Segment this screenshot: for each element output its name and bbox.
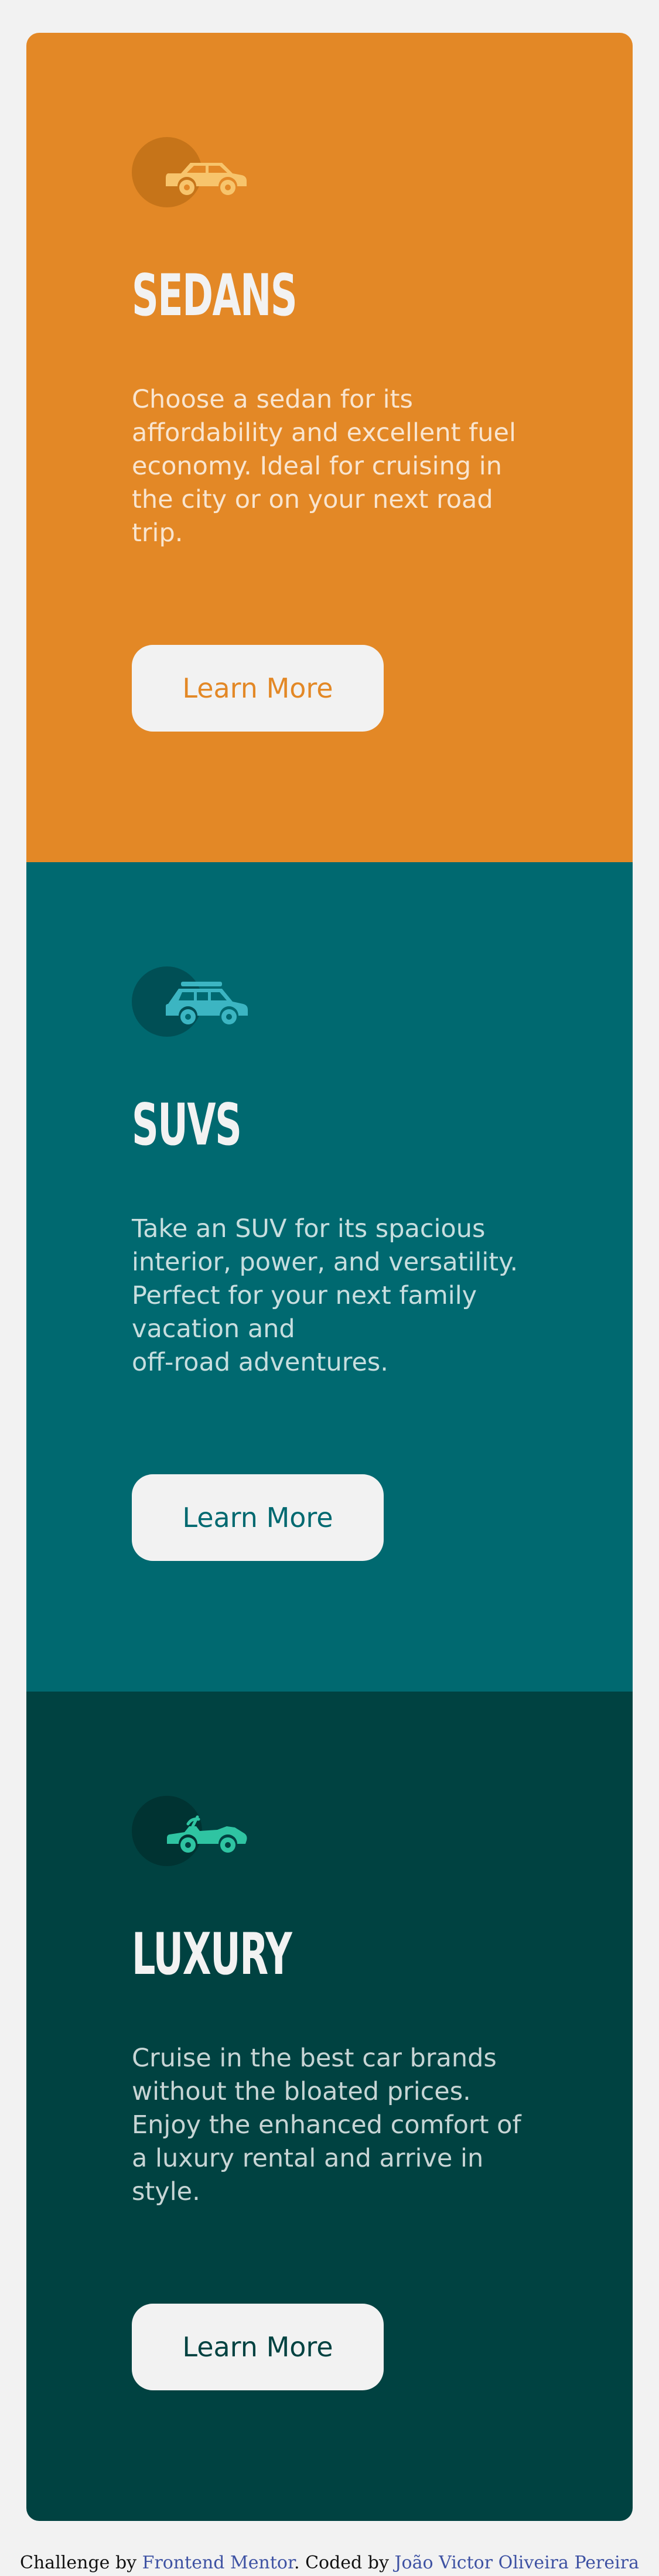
luxury-card: LUXURY Cruise in the best car brands wit… <box>26 1692 633 2521</box>
attribution-footer: Challenge by Frontend Mentor. Coded by J… <box>0 2553 659 2574</box>
card-title: SUVS <box>132 1092 242 1159</box>
card-title: LUXURY <box>132 1921 292 1988</box>
sedan-car-svg <box>166 163 247 195</box>
frontend-mentor-link[interactable]: Frontend Mentor <box>142 2553 294 2573</box>
luxury-car-icon <box>132 1796 267 1866</box>
sedan-car-icon <box>132 137 267 207</box>
luxury-car-svg <box>167 1815 247 1853</box>
card-description: Cruise in the best car brands without th… <box>132 2044 521 2206</box>
suv-car-icon <box>132 966 267 1037</box>
attribution-prefix: Challenge by <box>20 2553 142 2573</box>
author-link[interactable]: João Victor Oliveira Pereira <box>395 2553 639 2573</box>
learn-more-button[interactable]: Learn More <box>132 645 384 732</box>
suvs-card: SUVS Take an SUV for its spacious interi… <box>26 862 633 1692</box>
card-description: Take an SUV for its spacious interior, p… <box>132 1214 518 1377</box>
suv-car-svg <box>166 982 248 1024</box>
learn-more-button[interactable]: Learn More <box>132 1474 384 1561</box>
attribution-middle: . Coded by <box>294 2553 395 2573</box>
card-title: SEDANS <box>132 262 298 329</box>
learn-more-button[interactable]: Learn More <box>132 2304 384 2390</box>
card-description: Choose a sedan for its affordability and… <box>132 385 516 548</box>
sedans-card: SEDANS Choose a sedan for its affordabil… <box>26 33 633 862</box>
card-grid: SEDANS Choose a sedan for its affordabil… <box>26 33 633 2521</box>
